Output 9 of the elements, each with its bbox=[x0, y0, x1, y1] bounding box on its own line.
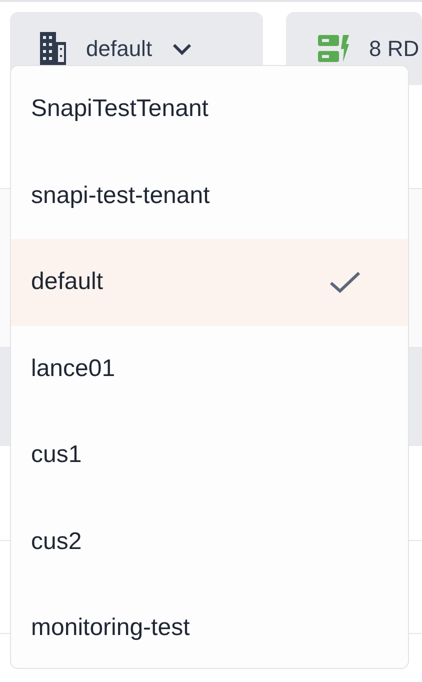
menu-item[interactable]: cus1 bbox=[11, 412, 408, 498]
server-icon bbox=[318, 35, 349, 63]
chevron-down-icon bbox=[172, 43, 192, 55]
check-icon bbox=[330, 271, 360, 294]
menu-item[interactable]: default bbox=[11, 239, 408, 326]
menu-item[interactable]: cus2 bbox=[11, 498, 408, 585]
menu-item[interactable]: lance01 bbox=[11, 326, 408, 412]
menu-item[interactable]: monitoring-test bbox=[11, 585, 408, 668]
menu-item[interactable]: snapi-test-tenant bbox=[11, 152, 408, 239]
